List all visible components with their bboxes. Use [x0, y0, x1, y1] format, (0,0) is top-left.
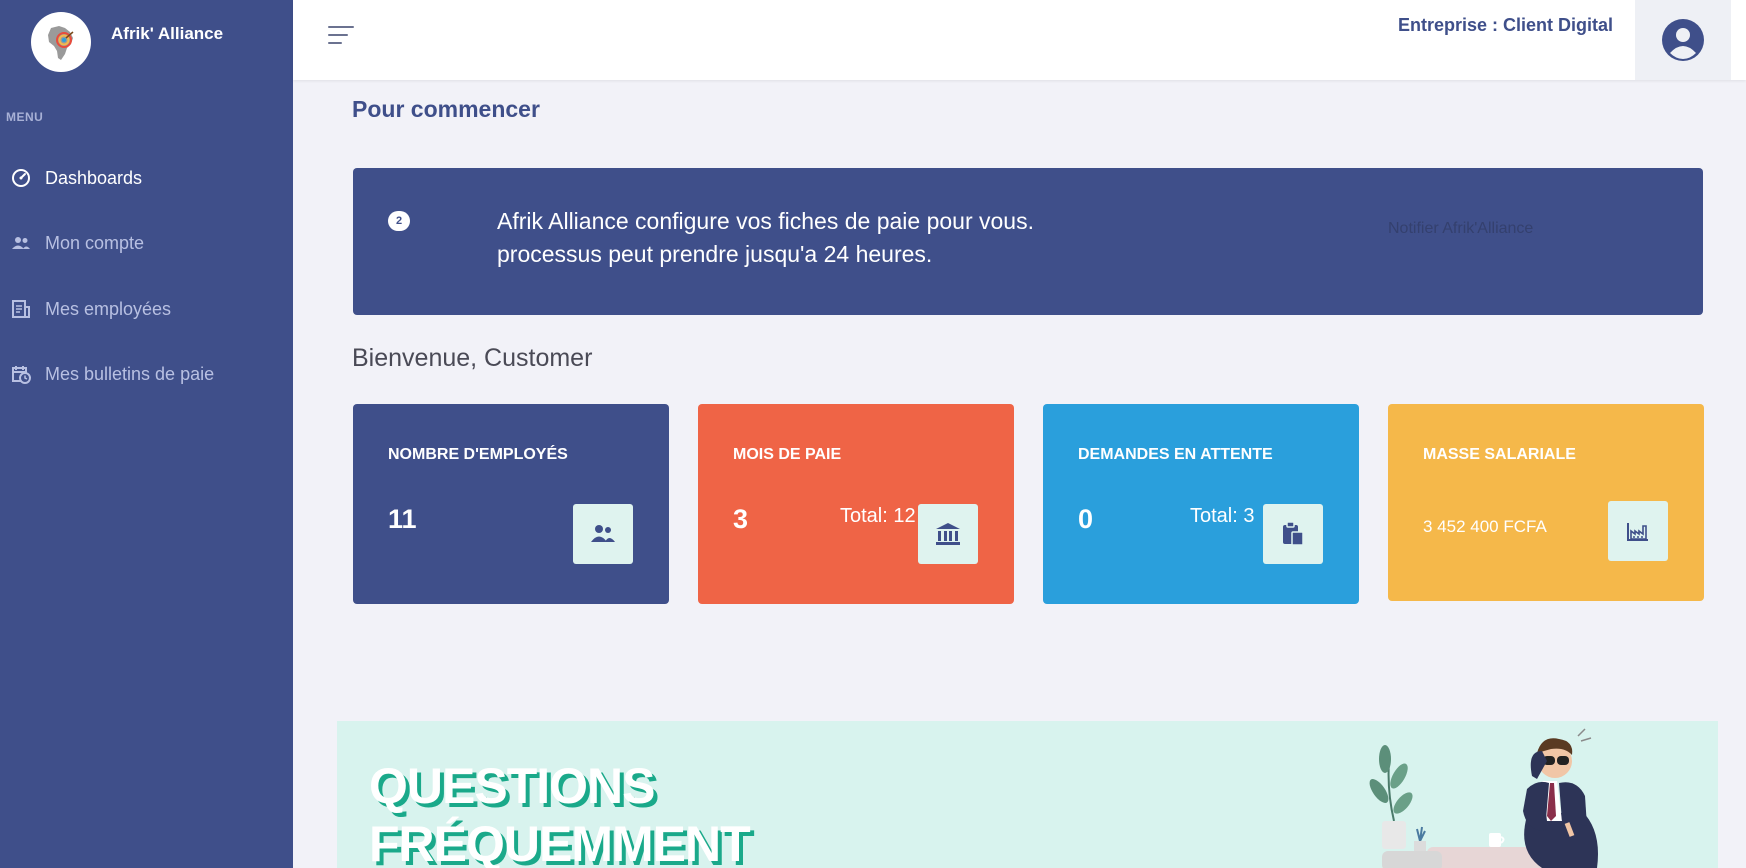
card-total: Total: 3 [1190, 505, 1255, 527]
banner-text-line-1: Afrik Alliance configure vos fiches de p… [497, 208, 1034, 234]
faq-title-line-2: FRÉQUEMMENT [369, 816, 751, 868]
card-value: 3 452 400 FCFA [1423, 517, 1547, 536]
businessman-illustration [1369, 728, 1598, 868]
company-label: Entreprise : Client Digital [1398, 15, 1614, 35]
top-header: Entreprise : Client Digital [293, 0, 1746, 80]
card-icon-button[interactable] [573, 504, 633, 564]
gauge-icon [12, 169, 30, 187]
brand-name: Afrik' Alliance [111, 24, 224, 43]
sidebar-item-bulletins[interactable]: Mes bulletins de paie [0, 354, 293, 394]
faq-title-line-1: QUESTIONS [369, 758, 655, 814]
sidebar-item-label: Mon compte [45, 233, 145, 253]
card-value: 11 [388, 504, 417, 534]
document-list-icon [12, 300, 30, 318]
stat-card-mois-de-paie: MOIS DE PAIE 3 Total: 12 [698, 404, 1014, 604]
stat-card-demandes: DEMANDES EN ATTENTE 0 Total: 3 [1043, 404, 1359, 604]
card-title: DEMANDES EN ATTENTE [1078, 446, 1273, 463]
stat-card-masse-salariale: MASSE SALARIALE 3 452 400 FCFA [1388, 404, 1704, 601]
sidebar-item-label: Mes employées [45, 299, 172, 319]
step-badge: 2 [388, 211, 410, 231]
sidebar-item-mes-employees[interactable]: Mes employées [0, 289, 293, 329]
sidebar-item-label: Mes bulletins de paie [45, 364, 215, 384]
card-icon-button[interactable] [918, 504, 978, 564]
brand[interactable]: Afrik' Alliance [0, 0, 293, 80]
user-menu-button[interactable] [1635, 0, 1731, 80]
card-value: 3 [733, 504, 749, 534]
calendar-clock-icon [12, 366, 31, 384]
card-title: MASSE SALARIALE [1423, 446, 1576, 463]
card-title: MOIS DE PAIE [733, 446, 842, 463]
faq-section: QUESTIONS FRÉQUEMMENT [337, 721, 1718, 868]
africa-logo-icon [48, 26, 74, 60]
users-icon [591, 525, 615, 542]
card-icon-button[interactable] [1263, 504, 1323, 564]
clipboard-icon [1283, 521, 1304, 546]
sidebar-item-dashboards[interactable]: Dashboards [0, 158, 293, 198]
menu-toggle-icon[interactable] [328, 25, 354, 45]
card-title: NOMBRE D'EMPLOYÉS [388, 446, 568, 463]
user-avatar-icon [1662, 19, 1704, 61]
sidebar-item-mon-compte[interactable]: Mon compte [0, 223, 293, 263]
notify-afrik-alliance-button[interactable]: Notifier Afrik'Alliance [1388, 220, 1533, 238]
section-title: Pour commencer [352, 96, 540, 122]
card-value: 0 [1078, 504, 1094, 534]
banner-text-line-2: processus peut prendre jusqu'a 24 heures… [497, 241, 933, 267]
factory-chart-icon [1627, 523, 1648, 541]
sidebar: Afrik' Alliance MENU Dashboards Mon comp… [0, 0, 293, 868]
bank-icon [936, 523, 960, 545]
users-icon [12, 237, 30, 249]
welcome-heading: Bienvenue, Customer [352, 344, 593, 372]
card-icon-button[interactable] [1608, 501, 1668, 561]
menu-label: MENU [6, 110, 44, 124]
onboarding-banner: 2 Afrik Alliance configure vos fiches de… [353, 168, 1703, 315]
stat-card-employees: NOMBRE D'EMPLOYÉS 11 [353, 404, 669, 604]
sidebar-item-label: Dashboards [45, 168, 143, 188]
card-total: Total: 12 [840, 505, 916, 527]
brand-logo[interactable] [31, 12, 91, 72]
